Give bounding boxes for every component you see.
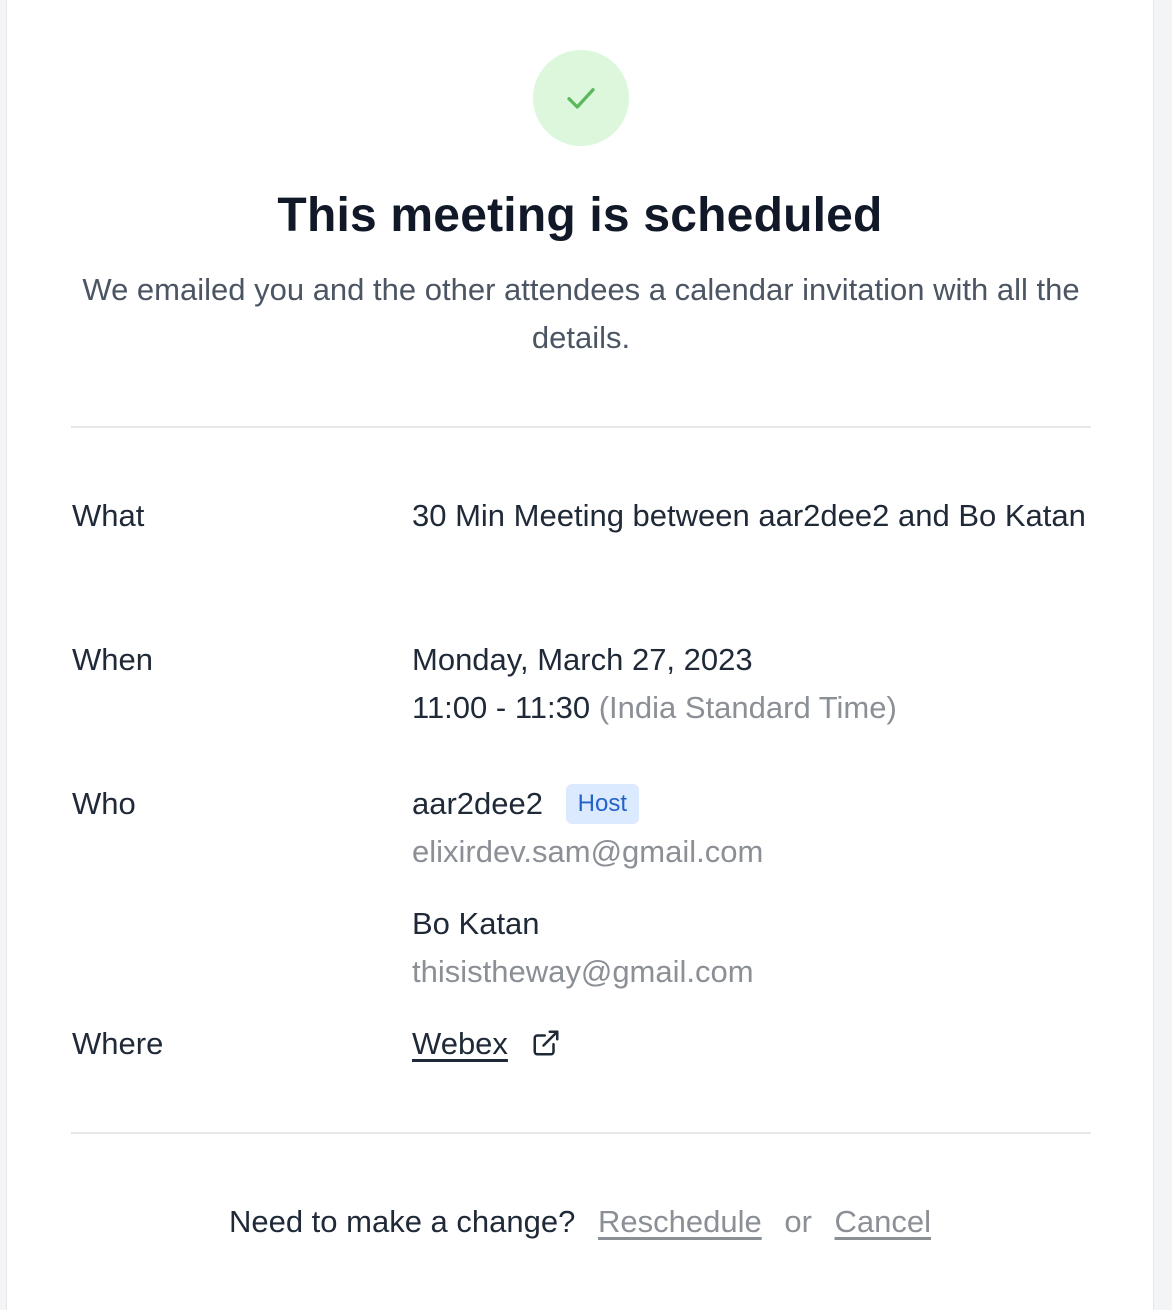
guest-email: thisistheway@gmail.com	[412, 954, 754, 989]
divider	[71, 1132, 1091, 1134]
what-label: What	[72, 498, 145, 533]
meeting-date: Monday, March 27, 2023	[412, 642, 753, 677]
cancel-link[interactable]: Cancel	[835, 1204, 932, 1239]
page-title: This meeting is scheduled	[277, 189, 883, 242]
location-link[interactable]: Webex	[412, 1026, 508, 1061]
where-label: Where	[72, 1026, 164, 1061]
what-value: 30 Min Meeting between aar2dee2 and Bo K…	[412, 498, 1086, 533]
change-prompt: Need to make a change? Reschedule or Can…	[7, 1198, 1153, 1246]
page-subtitle: We emailed you and the other attendees a…	[82, 272, 1080, 355]
host-row: aar2dee2 Host	[412, 780, 1092, 828]
divider	[71, 426, 1091, 428]
host-attendee: aar2dee2 Host elixirdev.sam@gmail.com	[412, 780, 1092, 876]
where-value: Webex	[412, 1020, 1092, 1068]
host-name: aar2dee2	[412, 786, 544, 821]
or-text: or	[784, 1204, 812, 1239]
meeting-time: 11:00 - 11:30	[412, 690, 591, 725]
guest-name: Bo Katan	[412, 906, 540, 941]
host-email: elixirdev.sam@gmail.com	[412, 834, 764, 869]
meeting-time-row: 11:00 - 11:30 (India Standard Time)	[412, 684, 1092, 732]
change-prompt-text: Need to make a change?	[228, 1204, 576, 1239]
who-label: Who	[72, 786, 136, 821]
external-link-icon[interactable]	[531, 1028, 561, 1058]
host-badge: Host	[565, 784, 639, 824]
reschedule-link[interactable]: Reschedule	[598, 1204, 762, 1239]
check-icon	[567, 88, 595, 109]
when-label: When	[72, 642, 153, 677]
when-value: Monday, March 27, 2023 11:00 - 11:30 (In…	[412, 636, 1092, 732]
guest-attendee: Bo Katan thisistheway@gmail.com	[412, 900, 1092, 996]
booking-confirmation-card: This meeting is scheduled We emailed you…	[6, 0, 1154, 1310]
success-badge	[533, 50, 629, 146]
meeting-timezone: (India Standard Time)	[598, 690, 897, 725]
